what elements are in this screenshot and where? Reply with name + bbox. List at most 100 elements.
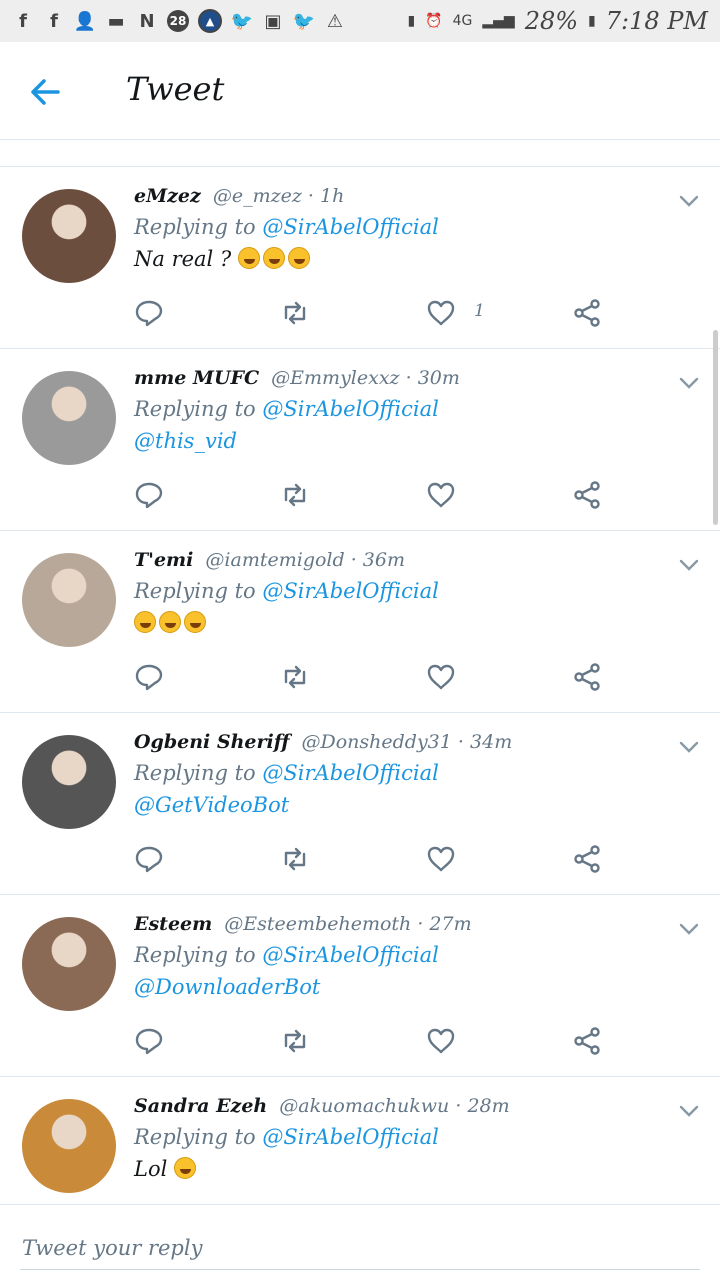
replying-to-label: Replying to xyxy=(134,215,256,239)
avatar[interactable] xyxy=(22,917,116,1011)
heart-icon xyxy=(426,480,456,514)
avatar[interactable] xyxy=(22,553,116,647)
tweet-reply[interactable]: Sandra Ezeh @akuomachukwu · 28m Replying… xyxy=(0,1076,720,1216)
retweet-button[interactable] xyxy=(280,659,320,699)
like-button[interactable] xyxy=(426,1023,466,1063)
tweet-actions xyxy=(134,477,614,517)
replying-to-mention[interactable]: @SirAbelOfficial xyxy=(262,397,438,421)
tweet-actions xyxy=(134,841,614,881)
reply-button[interactable] xyxy=(134,1023,174,1063)
reply-icon xyxy=(134,662,164,696)
reply-button[interactable] xyxy=(134,477,174,517)
timestamp: 28m xyxy=(467,1095,510,1117)
tweet-reply[interactable]: T'emi @iamtemigold · 36m Replying to @Si… xyxy=(0,530,720,712)
replying-to-mention[interactable]: @SirAbelOfficial xyxy=(262,943,438,967)
tweet-reply[interactable]: mme MUFC @Emmylexxz · 30m Replying to @S… xyxy=(0,348,720,530)
share-button[interactable] xyxy=(572,841,612,881)
heart-icon xyxy=(426,298,456,332)
separator: · xyxy=(455,1095,468,1117)
separator: · xyxy=(457,731,471,753)
share-button[interactable] xyxy=(572,1023,612,1063)
news-icon: N xyxy=(139,10,155,32)
user-handle: @Donsheddy31 xyxy=(301,731,452,753)
like-button[interactable] xyxy=(426,841,466,881)
retweet-button[interactable] xyxy=(280,477,320,517)
display-name[interactable]: mme MUFC xyxy=(134,367,259,389)
tweet-text-content[interactable]: @DownloaderBot xyxy=(134,975,320,999)
laughing-emoji-icon xyxy=(184,611,206,633)
chevron-down-icon[interactable] xyxy=(678,1103,700,1117)
tweet-reply[interactable]: Ogbeni Sheriff @Donsheddy31 · 34m Replyi… xyxy=(0,712,720,894)
share-button[interactable] xyxy=(572,295,612,335)
separator: · xyxy=(417,913,430,935)
tweet-text: Na real ? xyxy=(134,247,660,271)
laughing-emoji-icon xyxy=(174,1157,196,1179)
chevron-down-icon[interactable] xyxy=(678,557,700,571)
tweet-reply[interactable]: Esteem @Esteembehemoth · 27m Replying to… xyxy=(0,894,720,1076)
tweet-text[interactable]: @DownloaderBot xyxy=(134,975,660,999)
clock: 7:18 PM xyxy=(605,7,708,35)
tweet-content: T'emi @iamtemigold · 36m Replying to @Si… xyxy=(134,549,660,635)
replying-to-mention[interactable]: @SirAbelOfficial xyxy=(262,579,438,603)
chevron-down-icon[interactable] xyxy=(678,921,700,935)
avatar[interactable] xyxy=(22,371,116,465)
retweet-icon xyxy=(280,844,310,878)
like-button[interactable] xyxy=(426,477,466,517)
reply-input[interactable] xyxy=(20,1227,700,1270)
replying-to-mention[interactable]: @SirAbelOfficial xyxy=(262,761,438,785)
replying-to-mention[interactable]: @SirAbelOfficial xyxy=(262,1125,438,1149)
tweet-text-content[interactable]: @this_vid xyxy=(134,429,237,453)
tweet-text-content[interactable]: @GetVideoBot xyxy=(134,793,289,817)
user-handle: @iamtemigold xyxy=(205,549,345,571)
share-button[interactable] xyxy=(572,659,612,699)
tweet-content: Ogbeni Sheriff @Donsheddy31 · 34m Replyi… xyxy=(134,731,660,817)
tweet-header: eMzez @e_mzez · 1h xyxy=(134,185,660,207)
chevron-down-icon[interactable] xyxy=(678,193,700,207)
twitter-icon: 🐦 xyxy=(230,10,254,32)
tweet-reply[interactable]: eMzez @e_mzez · 1h Replying to @SirAbelO… xyxy=(0,166,720,348)
heart-icon xyxy=(426,1026,456,1060)
laughing-emoji-icon xyxy=(262,247,285,269)
chevron-down-icon[interactable] xyxy=(678,739,700,753)
display-name[interactable]: Sandra Ezeh xyxy=(134,1095,267,1117)
share-icon xyxy=(572,844,602,878)
tweet-text[interactable]: @GetVideoBot xyxy=(134,793,660,817)
facebook-icon: f xyxy=(19,10,27,32)
replying-to: Replying to @SirAbelOfficial xyxy=(134,1125,660,1149)
tweet-content: Sandra Ezeh @akuomachukwu · 28m Replying… xyxy=(134,1095,660,1181)
chevron-down-icon[interactable] xyxy=(678,375,700,389)
replying-to-label: Replying to xyxy=(134,1125,256,1149)
timestamp: 27m xyxy=(429,913,472,935)
retweet-button[interactable] xyxy=(280,295,320,335)
warning-icon: ⚠ xyxy=(326,10,344,32)
tweet-text[interactable]: @this_vid xyxy=(134,429,660,453)
share-button[interactable] xyxy=(572,477,612,517)
display-name[interactable]: Esteem xyxy=(134,913,212,935)
display-name[interactable]: eMzez xyxy=(134,185,201,207)
avatar[interactable] xyxy=(22,735,116,829)
alarm-icon: ⏰ xyxy=(425,13,443,29)
like-button[interactable] xyxy=(426,659,466,699)
reply-button[interactable] xyxy=(134,659,174,699)
tweet-content: mme MUFC @Emmylexxz · 30m Replying to @S… xyxy=(134,367,660,453)
reply-list: eMzez @e_mzez · 1h Replying to @SirAbelO… xyxy=(0,166,720,1216)
replying-to-mention[interactable]: @SirAbelOfficial xyxy=(262,215,438,239)
back-button[interactable] xyxy=(26,72,70,112)
reply-button[interactable] xyxy=(134,295,174,335)
reply-button[interactable] xyxy=(134,841,174,881)
retweet-button[interactable] xyxy=(280,1023,320,1063)
reply-bar xyxy=(0,1204,720,1280)
retweet-button[interactable] xyxy=(280,841,320,881)
battery-icon: ▮ xyxy=(588,13,596,29)
app-icon: ▲ xyxy=(198,9,222,33)
replying-to-label: Replying to xyxy=(134,397,256,421)
scrollbar[interactable] xyxy=(713,330,718,525)
like-button[interactable] xyxy=(426,295,466,335)
display-name[interactable]: T'emi xyxy=(134,549,193,571)
tweet-content: Esteem @Esteembehemoth · 27m Replying to… xyxy=(134,913,660,999)
retweet-icon xyxy=(280,298,310,332)
back-arrow-icon xyxy=(31,79,60,105)
display-name[interactable]: Ogbeni Sheriff xyxy=(134,731,289,753)
avatar[interactable] xyxy=(22,189,116,283)
avatar[interactable] xyxy=(22,1099,116,1193)
